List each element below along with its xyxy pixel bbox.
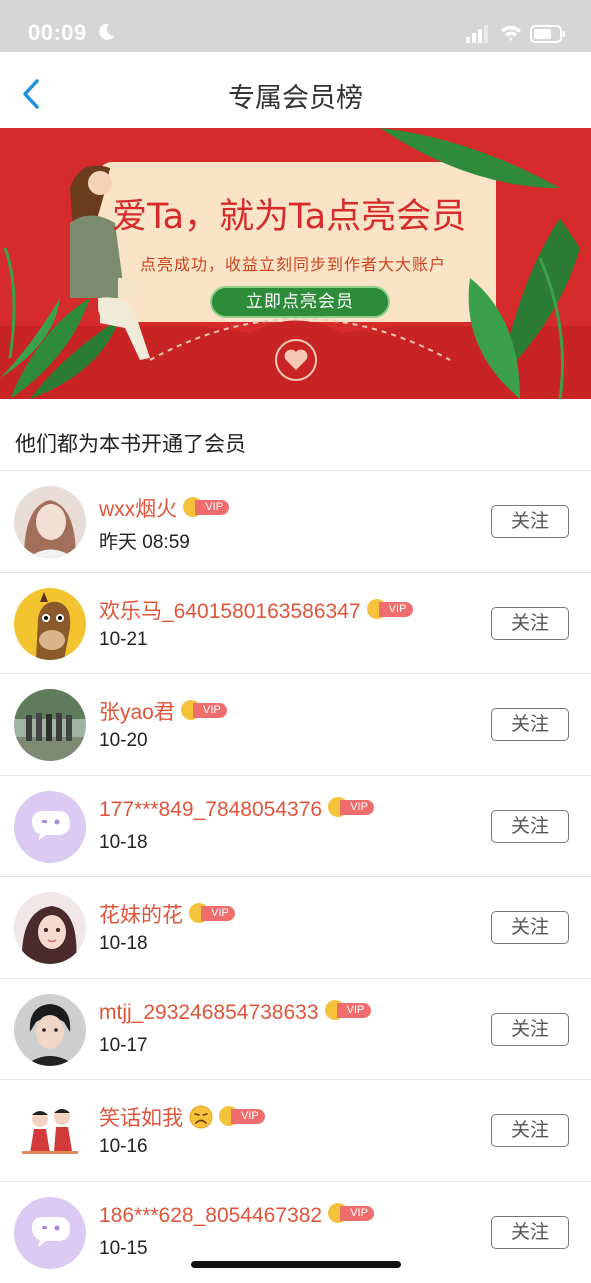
member-date: 10-15 <box>99 1238 148 1260</box>
signal-icon <box>466 25 490 43</box>
member-name: 张yao君 <box>99 701 175 724</box>
vip-badge: VIP <box>189 903 237 923</box>
promo-banner[interactable]: 爱Ta，就为Ta点亮会员 点亮成功，收益立刻同步到作者大大账户 立即点亮会员 <box>0 128 591 399</box>
vip-badge: VIP <box>325 1000 373 1020</box>
status-bar: 00:09 <box>0 0 591 52</box>
vip-label: VIP <box>201 906 235 921</box>
young-man-avatar[interactable] <box>14 994 86 1066</box>
vip-label: VIP <box>337 1003 371 1018</box>
banner-subtitle: 点亮成功，收益立刻同步到作者大大账户 <box>140 251 446 275</box>
member-name: 177***849_7848054376 <box>99 798 322 821</box>
vip-label: VIP <box>340 1206 374 1221</box>
girl-portrait-avatar[interactable] <box>14 486 86 558</box>
vip-label: VIP <box>195 500 229 515</box>
cartoon-couple-avatar[interactable] <box>14 1095 86 1167</box>
vip-label: VIP <box>231 1109 265 1124</box>
member-name: 欢乐马_6401580163586347 <box>99 600 361 623</box>
nav-bar: 专属会员榜 <box>0 52 591 129</box>
member-row[interactable]: 欢乐马_6401580163586347 VIP 10-21 关注 <box>0 573 591 675</box>
status-time: 00:09 <box>28 20 87 46</box>
activate-membership-button[interactable]: 立即点亮会员 <box>210 286 390 318</box>
follow-button[interactable]: 关注 <box>491 1114 569 1147</box>
vip-badge: VIP <box>328 1203 376 1223</box>
banner-title: 爱Ta，就为Ta点亮会员 <box>112 188 466 239</box>
vip-label: VIP <box>379 602 413 617</box>
follow-button[interactable]: 关注 <box>491 1216 569 1249</box>
home-indicator[interactable] <box>191 1261 401 1268</box>
battery-icon <box>530 24 566 44</box>
member-row[interactable]: wxx烟火 VIP 昨天 08:59 关注 <box>0 471 591 573</box>
follow-button[interactable]: 关注 <box>491 505 569 538</box>
wifi-icon <box>500 23 522 43</box>
follow-button[interactable]: 关注 <box>491 911 569 944</box>
sad-face-emoji-icon <box>189 1105 213 1129</box>
member-list: wxx烟火 VIP 昨天 08:59 关注 欢乐马_640158016358634… <box>0 471 591 1283</box>
vip-badge: VIP <box>328 797 376 817</box>
member-row[interactable]: 177***849_7848054376 VIP 10-18 关注 <box>0 776 591 878</box>
follow-button[interactable]: 关注 <box>491 708 569 741</box>
member-name: mtjj_293246854738633 <box>99 1001 319 1024</box>
vip-badge: VIP <box>219 1106 267 1126</box>
vip-label: VIP <box>193 703 227 718</box>
member-row[interactable]: 笑话如我 VIP 10-16 关注 <box>0 1080 591 1182</box>
vip-label: VIP <box>340 800 374 815</box>
member-date: 10-21 <box>99 629 148 651</box>
member-name: 花妹的花 <box>99 904 183 927</box>
follow-button[interactable]: 关注 <box>491 810 569 843</box>
member-date: 10-20 <box>99 730 148 752</box>
follow-button[interactable]: 关注 <box>491 1013 569 1046</box>
vip-badge: VIP <box>183 497 231 517</box>
group-photo-avatar[interactable] <box>14 689 86 761</box>
member-name: wxx烟火 <box>99 498 177 521</box>
moon-icon <box>96 22 116 42</box>
member-date: 10-18 <box>99 933 148 955</box>
member-date: 10-17 <box>99 1035 148 1057</box>
cartoon-horse-avatar[interactable] <box>14 588 86 660</box>
member-name: 186***628_8054467382 <box>99 1204 322 1227</box>
member-row[interactable]: mtjj_293246854738633 VIP 10-17 关注 <box>0 979 591 1081</box>
member-row[interactable]: 张yao君 VIP 10-20 关注 <box>0 674 591 776</box>
vip-badge: VIP <box>181 700 229 720</box>
member-date: 10-16 <box>99 1136 148 1158</box>
member-row[interactable]: 花妹的花 VIP 10-18 关注 <box>0 877 591 979</box>
default-chat-avatar[interactable] <box>14 1197 86 1269</box>
anime-girl-avatar[interactable] <box>14 892 86 964</box>
follow-button[interactable]: 关注 <box>491 607 569 640</box>
member-date: 昨天 08:59 <box>99 527 190 554</box>
page-title: 专属会员榜 <box>0 76 591 115</box>
member-date: 10-18 <box>99 832 148 854</box>
member-name: 笑话如我 <box>99 1107 183 1130</box>
default-chat-avatar[interactable] <box>14 791 86 863</box>
section-title: 他们都为本书开通了会员 <box>15 428 246 458</box>
vip-badge: VIP <box>367 599 415 619</box>
